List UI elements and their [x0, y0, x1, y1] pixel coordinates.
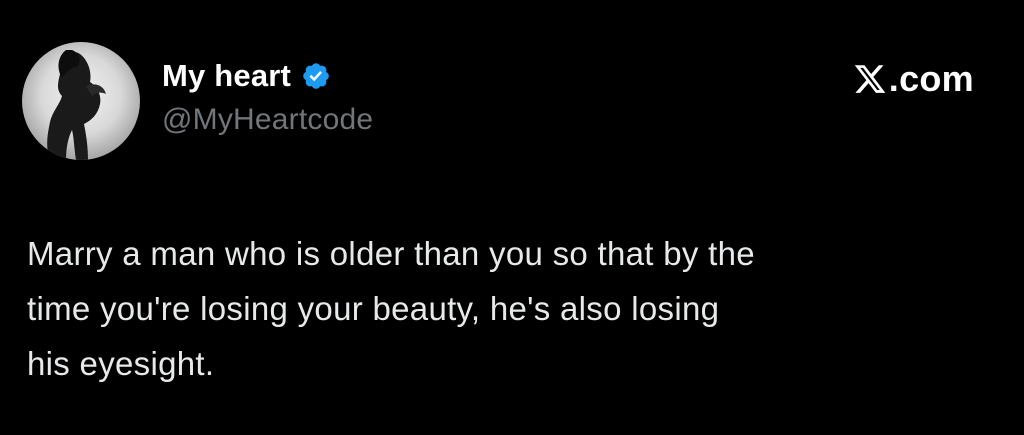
author-display-name[interactable]: My heart — [162, 58, 291, 94]
avatar[interactable] — [22, 42, 140, 160]
verified-badge-icon — [301, 61, 331, 91]
tweet-card: My heart @MyHeartcode .com Marry a man w… — [0, 0, 1024, 435]
tweet-line: Marry a man who is older than you so tha… — [27, 235, 755, 272]
author-name-row: My heart — [162, 56, 331, 96]
tweet-line: time you're losing your beauty, he's als… — [27, 290, 720, 327]
brand-watermark: .com — [853, 58, 974, 100]
brand-domain: .com — [888, 58, 974, 99]
x-logo-icon — [853, 62, 887, 96]
tweet-line: his eyesight. — [27, 345, 215, 382]
profile-photo — [47, 50, 106, 160]
tweet-body: Marry a man who is older than you so tha… — [27, 226, 1002, 391]
author-handle[interactable]: @MyHeartcode — [162, 103, 373, 137]
